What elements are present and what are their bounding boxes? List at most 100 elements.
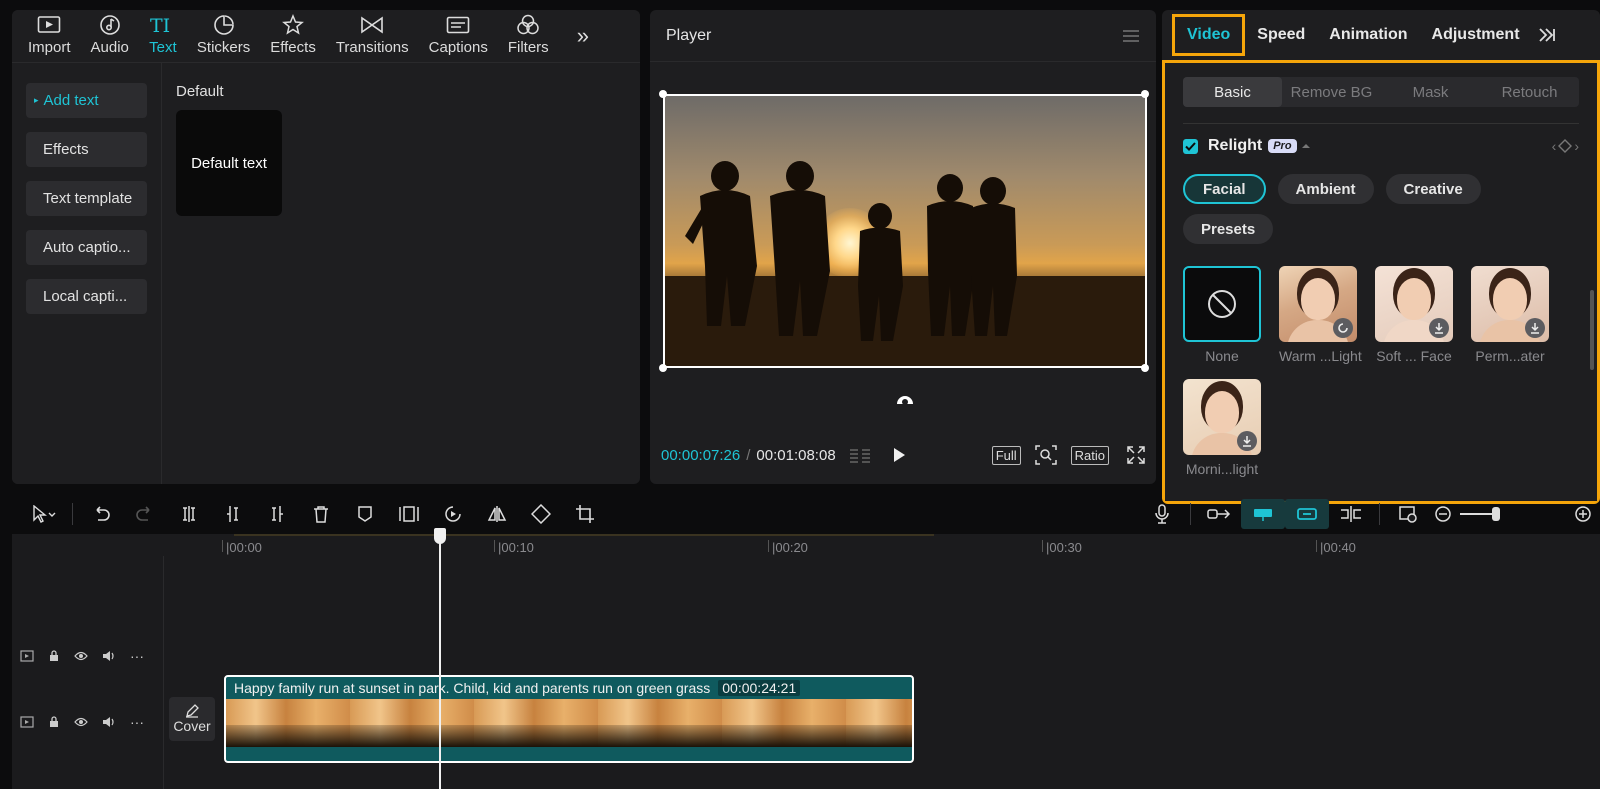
sidebar-item-text-template[interactable]: Text template	[26, 181, 147, 216]
ratio-button[interactable]: Ratio	[1070, 445, 1109, 465]
subtab-retouch[interactable]: Retouch	[1480, 77, 1579, 107]
sidebar-item-local-captions[interactable]: Local capti...	[26, 279, 147, 314]
volume-icon[interactable]	[102, 650, 116, 662]
video-clip[interactable]: Happy family run at sunset in park. Chil…	[224, 675, 914, 763]
preset-morning-light[interactable]: Morni...light	[1183, 379, 1261, 477]
chip-creative[interactable]: Creative	[1385, 174, 1481, 204]
tab-effects[interactable]: Effects	[260, 10, 326, 62]
default-text-card[interactable]: Default text	[176, 110, 282, 216]
stickers-icon	[213, 13, 235, 37]
section-divider	[1183, 123, 1579, 124]
trim-right-icon[interactable]	[255, 499, 299, 529]
tab-stickers[interactable]: Stickers	[187, 10, 260, 62]
fullscreen-icon[interactable]	[1127, 446, 1145, 464]
play-icon[interactable]	[892, 447, 906, 463]
freeze-icon[interactable]	[387, 499, 431, 529]
full-quality-button[interactable]: Full	[991, 445, 1021, 465]
menu-icon[interactable]	[1122, 29, 1140, 43]
marker-icon[interactable]	[343, 499, 387, 529]
collapse-icon[interactable]	[1301, 143, 1311, 149]
subtab-mask[interactable]: Mask	[1381, 77, 1480, 107]
timeline: |00:00 |00:10 |00:20 |00:30 |00:40 ··· ·…	[12, 528, 1600, 789]
relight-header: Relight Pro ‹ ›	[1183, 132, 1579, 160]
tab-video[interactable]: Video	[1172, 14, 1246, 56]
zoom-out-icon[interactable]	[1430, 499, 1456, 529]
tab-filters[interactable]: Filters	[498, 10, 559, 62]
tab-label: Stickers	[196, 39, 251, 56]
tab-transitions[interactable]: Transitions	[326, 10, 419, 62]
resize-handle-tl[interactable]	[659, 90, 667, 98]
waveform-icon[interactable]	[848, 446, 874, 464]
preset-label: Morni...light	[1185, 461, 1259, 477]
preset-perm-ater[interactable]: Perm...ater	[1471, 266, 1549, 364]
select-tool-icon[interactable]	[22, 499, 66, 529]
prev-keyframe-icon[interactable]: ‹	[1552, 138, 1557, 154]
more-tabs-icon[interactable]: »	[567, 10, 599, 62]
sidebar-item-effects[interactable]: Effects	[26, 132, 147, 167]
resize-handle-bl[interactable]	[659, 364, 667, 372]
crop-icon[interactable]	[563, 499, 607, 529]
zoom-in-icon[interactable]	[1566, 499, 1600, 529]
preview-axis-icon[interactable]	[1386, 499, 1430, 529]
split-preview-icon[interactable]	[1329, 499, 1373, 529]
rotate-icon[interactable]	[895, 392, 915, 404]
microphone-icon[interactable]	[1140, 499, 1184, 529]
time-ruler[interactable]: |00:00 |00:10 |00:20 |00:30 |00:40	[222, 534, 1600, 556]
playhead[interactable]	[439, 534, 441, 789]
chip-ambient[interactable]: Ambient	[1277, 174, 1374, 204]
slider-thumb[interactable]	[1492, 507, 1500, 521]
tab-audio[interactable]: Audio	[81, 10, 139, 62]
tab-label: Text	[149, 39, 177, 56]
relight-checkbox[interactable]	[1183, 138, 1198, 154]
resize-handle-br[interactable]	[1141, 364, 1149, 372]
delete-icon[interactable]	[299, 499, 343, 529]
sidebar-item-add-text[interactable]: ▸ Add text	[26, 83, 147, 118]
eye-icon[interactable]	[74, 651, 88, 661]
more-icon[interactable]: ···	[130, 648, 144, 664]
subtab-remove-bg[interactable]: Remove BG	[1282, 77, 1381, 107]
preset-soft-face[interactable]: Soft ... Face	[1375, 266, 1453, 364]
rotate-clip-icon[interactable]	[519, 499, 563, 529]
playhead-handle[interactable]	[434, 528, 446, 544]
lock-icon[interactable]	[48, 650, 60, 662]
total-timecode: 00:01:08:08	[756, 446, 836, 464]
trim-left-icon[interactable]	[211, 499, 255, 529]
chip-presets[interactable]: Presets	[1183, 214, 1274, 244]
link-clips-icon[interactable]	[1197, 499, 1241, 529]
tab-speed[interactable]: Speed	[1245, 14, 1317, 56]
magnet-icon[interactable]	[1241, 499, 1285, 529]
video-preview[interactable]	[663, 94, 1147, 368]
split-icon[interactable]	[167, 499, 211, 529]
redo-icon[interactable]	[123, 499, 167, 529]
preset-warm-light[interactable]: Warm ...Light	[1279, 266, 1362, 364]
lock-icon[interactable]	[48, 716, 60, 728]
mirror-icon[interactable]	[475, 499, 519, 529]
undo-icon[interactable]	[79, 499, 123, 529]
subtab-basic[interactable]: Basic	[1183, 77, 1282, 107]
next-keyframe-icon[interactable]: ›	[1574, 138, 1579, 154]
tab-animation[interactable]: Animation	[1317, 14, 1419, 56]
cover-button[interactable]: Cover	[169, 697, 215, 741]
keyframe-icon[interactable]	[1558, 139, 1573, 153]
reverse-icon[interactable]	[431, 499, 475, 529]
preset-label: Warm ...Light	[1279, 348, 1362, 364]
preset-none[interactable]: None	[1183, 266, 1261, 364]
volume-icon[interactable]	[102, 716, 116, 728]
sidebar-item-label: Auto captio...	[43, 239, 131, 256]
tab-text[interactable]: TI Text	[139, 10, 187, 62]
more-tabs-icon[interactable]	[1538, 27, 1560, 43]
eye-icon[interactable]	[74, 717, 88, 727]
edit-icon	[185, 704, 199, 718]
zoom-fit-icon[interactable]	[1034, 445, 1057, 465]
relight-modes: Facial Ambient Creative Presets	[1183, 174, 1503, 244]
tab-import[interactable]: Import	[18, 10, 81, 62]
chip-facial[interactable]: Facial	[1183, 174, 1266, 204]
tab-captions[interactable]: Captions	[419, 10, 498, 62]
sidebar-item-auto-captions[interactable]: Auto captio...	[26, 230, 147, 265]
scrollbar[interactable]	[1590, 290, 1594, 370]
tab-adjustment[interactable]: Adjustment	[1420, 14, 1532, 56]
zoom-slider[interactable]	[1456, 499, 1566, 529]
resize-handle-tr[interactable]	[1141, 90, 1149, 98]
more-icon[interactable]: ···	[130, 714, 144, 730]
auto-snap-icon[interactable]	[1285, 499, 1329, 529]
